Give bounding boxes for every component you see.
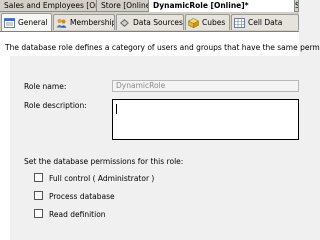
full-control-checkbox[interactable] [34,173,43,182]
role-name-field[interactable]: DynamicRole [112,80,299,92]
tab-label: Cell Data [248,18,283,27]
document-tab-label: Sa [295,1,298,10]
tab-membership[interactable]: Membership [53,14,115,30]
tab-label: Membership [70,18,115,27]
tab-cell-data[interactable]: Cell Data [231,14,299,30]
tab-label: General [18,18,48,27]
general-icon [4,17,15,28]
tab-label: Cubes [202,18,226,27]
read-definition-label[interactable]: Read definition [49,210,106,219]
document-tab-store[interactable]: Store [Online]* [97,0,149,11]
process-database-checkbox[interactable] [34,191,43,200]
page-description: The database role defines a category of … [5,43,320,52]
document-tab-sales-and-employees[interactable]: Sales and Employees [Online] [0,0,97,11]
text-caret [116,104,117,114]
cell-data-icon [234,17,245,28]
document-tab-label: Store [Online]* [101,1,148,10]
membership-icon [56,18,67,28]
tab-data-sources[interactable]: Data Sources [116,14,184,30]
read-definition-checkbox[interactable] [34,209,43,218]
document-tab-overflow[interactable]: Sa [295,0,299,11]
role-name-label: Role name: [24,82,67,91]
tab-cubes[interactable]: Cubes [185,14,230,30]
permissions-heading: Set the database permissions for this ro… [24,157,184,166]
cubes-icon [188,17,199,28]
tab-general[interactable]: General [1,13,52,31]
full-control-label[interactable]: Full control ( Administrator ) [49,174,154,183]
document-tab-dynamicrole[interactable]: DynamicRole [Online]* [149,0,295,12]
document-tab-strip: Sales and Employees [Online] Store [Onli… [0,0,299,12]
document-tab-label: DynamicRole [Online]* [153,1,249,10]
document-tab-label: Sales and Employees [Online] [4,1,96,10]
process-database-label[interactable]: Process database [49,192,115,201]
role-description-field[interactable] [112,99,299,140]
role-description-label: Role description: [24,101,87,110]
data-sources-icon [120,18,129,27]
tab-label: Data Sources [133,18,183,27]
object-tab-strip: General Membership Data Sources Cubes Ce… [0,12,299,32]
